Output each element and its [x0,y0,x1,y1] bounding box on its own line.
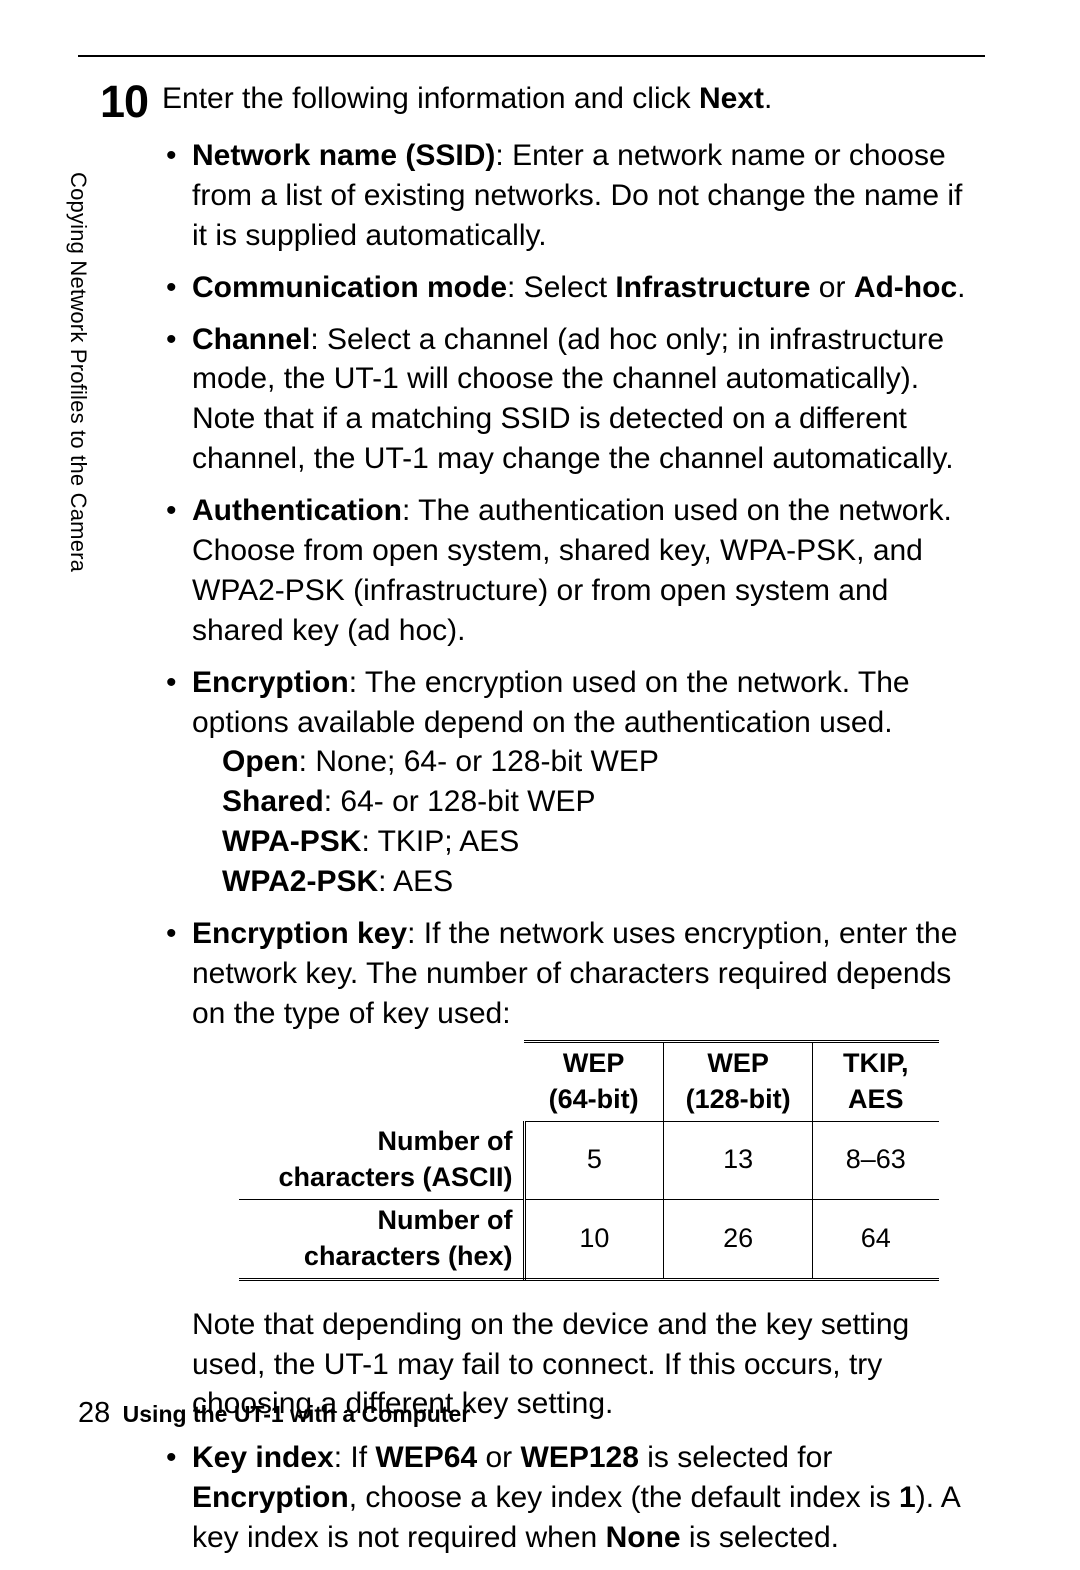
table-row: Number of characters (ASCII) 5 13 8–63 [239,1121,939,1199]
comm-opt2: Ad-hoc [854,271,957,304]
enc-wpa-t: : TKIP; AES [361,825,519,858]
enc-open-l: Open [222,745,299,778]
comm-label: Communication mode [192,271,507,304]
enc-label: Encryption [192,666,349,699]
th-tkip-aes: TKIP, AES [813,1041,939,1121]
ssid-label: Network name (SSID) [192,139,495,172]
ki-none: None [606,1521,681,1554]
row-ascii-label: Number of characters (ASCII) [239,1121,525,1199]
key-length-table: WEP (64-bit) WEP (128-bit) TKIP, AES Num… [239,1040,939,1281]
footer-text: Using the UT-1 with a Computer [123,1401,471,1427]
comm-mid: or [810,271,853,304]
ki-p2: or [477,1441,520,1474]
cell: 64 [813,1199,939,1279]
ki-p4: , choose a key index (the default index … [349,1481,899,1514]
enc-shared-t: : 64- or 128-bit WEP [324,785,596,818]
item-enckey: Encryption key: If the network uses encr… [162,914,985,1424]
top-rule [78,55,985,57]
item-ssid: Network name (SSID): Enter a network nam… [162,136,985,256]
page-footer: 28 Using the UT-1 with a Computer [78,1397,470,1430]
ki-one: 1 [899,1481,916,1514]
item-channel: Channel: Select a channel (ad hoc only; … [162,320,985,480]
step-number: 10 [100,79,162,1570]
ki-p1: : If [334,1441,376,1474]
cell: 13 [664,1121,813,1199]
page-number: 28 [78,1397,110,1429]
ki-enc: Encryption [192,1481,349,1514]
side-tab-label: Copying Network Profiles to the Camera [65,172,91,572]
field-list: Network name (SSID): Enter a network nam… [162,136,985,1558]
row-hex-label: Number of characters (hex) [239,1199,525,1279]
item-keyindex: Key index: If WEP64 or WEP128 is selecte… [162,1438,985,1558]
th-wep64: WEP (64-bit) [524,1041,664,1121]
enc-open-t: : None; 64- or 128-bit WEP [299,745,659,778]
enc-wpa2-l: WPA2-PSK [222,865,378,898]
enc-wpa2-t: : AES [378,865,453,898]
comm-opt1: Infrastructure [615,271,810,304]
enc-shared: Shared: 64- or 128-bit WEP [222,782,985,822]
intro-pre: Enter the following information and clic… [162,82,699,115]
cell: 26 [664,1199,813,1279]
enckey-label: Encryption key [192,917,407,950]
step-10: 10 Enter the following information and c… [100,79,985,1570]
th-blank [239,1041,525,1121]
table-header-row: WEP (64-bit) WEP (128-bit) TKIP, AES [239,1041,939,1121]
ki-w128: WEP128 [521,1441,639,1474]
ki-p3: is selected for [639,1441,832,1474]
auth-label: Authentication [192,494,402,527]
enc-shared-l: Shared [222,785,324,818]
step-body: Enter the following information and clic… [162,79,985,1570]
cell: 5 [524,1121,664,1199]
enc-wpa-l: WPA-PSK [222,825,361,858]
enc-wpa: WPA-PSK: TKIP; AES [222,822,985,862]
item-encryption: Encryption: The encryption used on the n… [162,663,985,902]
page-container: Copying Network Profiles to the Camera 1… [0,0,1080,1486]
channel-label: Channel [192,323,310,356]
enc-wpa2: WPA2-PSK: AES [222,862,985,902]
enc-open: Open: None; 64- or 128-bit WEP [222,742,985,782]
intro-next-bold: Next [699,82,764,115]
keyindex-label: Key index [192,1441,334,1474]
table-row: Number of characters (hex) 10 26 64 [239,1199,939,1279]
cell: 10 [524,1199,664,1279]
intro-post: . [764,82,772,115]
ki-p6: is selected. [681,1521,839,1554]
comm-pre: : Select [507,271,615,304]
th-wep128: WEP (128-bit) [664,1041,813,1121]
ki-w64: WEP64 [375,1441,477,1474]
item-comm-mode: Communication mode: Select Infrastructur… [162,268,985,308]
item-auth: Authentication: The authentication used … [162,491,985,651]
cell: 8–63 [813,1121,939,1199]
step-intro: Enter the following information and clic… [162,79,985,118]
comm-post: . [957,271,965,304]
